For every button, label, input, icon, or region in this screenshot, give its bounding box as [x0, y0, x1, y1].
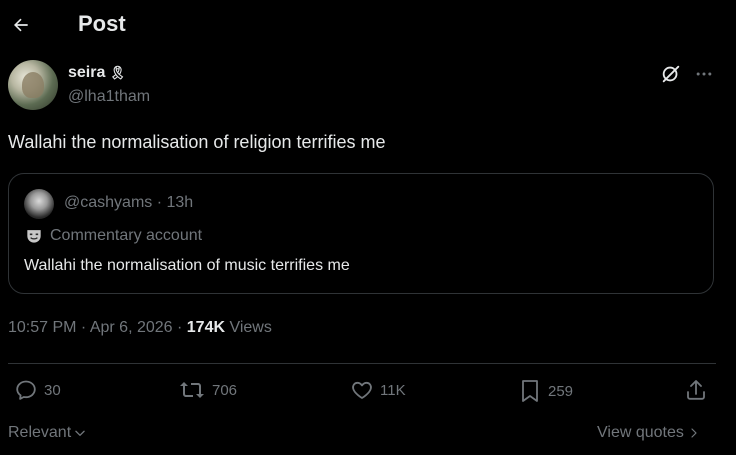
chevron-down-icon — [75, 430, 85, 436]
repost-button[interactable]: 706 — [178, 378, 237, 402]
view-quotes-link[interactable]: View quotes — [597, 424, 700, 442]
reply-count: 30 — [44, 381, 61, 399]
quoted-post-meta: @cashyams · 13h — [64, 194, 194, 211]
author-avatar[interactable] — [8, 60, 58, 110]
page-title: Post — [78, 11, 126, 36]
sort-replies-dropdown[interactable]: Relevant — [8, 424, 87, 442]
bookmark-count: 259 — [548, 382, 574, 400]
back-button[interactable] — [6, 10, 36, 40]
divider — [8, 363, 716, 364]
author-display-name[interactable]: seira 🎗 — [68, 64, 126, 82]
reply-icon — [16, 380, 36, 400]
like-count: 11K — [380, 381, 406, 399]
sort-label: Relevant — [8, 424, 72, 441]
ribbon-emoji: 🎗 — [109, 65, 126, 80]
arrow-left-icon — [14, 18, 28, 32]
heart-icon — [352, 381, 372, 399]
author-handle[interactable]: @lha1tham — [68, 88, 150, 106]
grok-icon — [662, 65, 680, 83]
view-quotes-label: View quotes — [597, 424, 684, 441]
post-meta: 10:57 PM · Apr 6, 2026 · 174K Views — [8, 319, 272, 337]
more-button[interactable] — [690, 60, 718, 88]
share-icon — [687, 380, 705, 400]
repost-icon — [180, 382, 204, 398]
grok-button[interactable] — [656, 60, 686, 88]
mask-icon — [24, 226, 44, 246]
quoted-author-avatar[interactable] — [24, 189, 54, 219]
bookmark-button[interactable]: 259 — [518, 378, 573, 404]
tweet-text: Wallahi the normalisation of religion te… — [8, 132, 386, 152]
chevron-right-icon — [691, 428, 697, 438]
display-name-text: seira — [68, 64, 106, 81]
quoted-post-text: Wallahi the normalisation of music terri… — [24, 257, 350, 274]
like-button[interactable]: 11K — [350, 378, 406, 402]
views-label: Views — [225, 319, 272, 336]
post-timestamp[interactable]: 10:57 PM · Apr 6, 2026 · — [8, 319, 187, 336]
repost-count: 706 — [212, 381, 238, 399]
quoted-account-label: Commentary account — [50, 227, 203, 244]
share-button[interactable] — [684, 378, 708, 402]
bookmark-icon — [522, 380, 538, 402]
more-horizontal-icon — [696, 72, 712, 76]
reply-button[interactable]: 30 — [14, 378, 61, 402]
views-count: 174K — [186, 319, 226, 336]
